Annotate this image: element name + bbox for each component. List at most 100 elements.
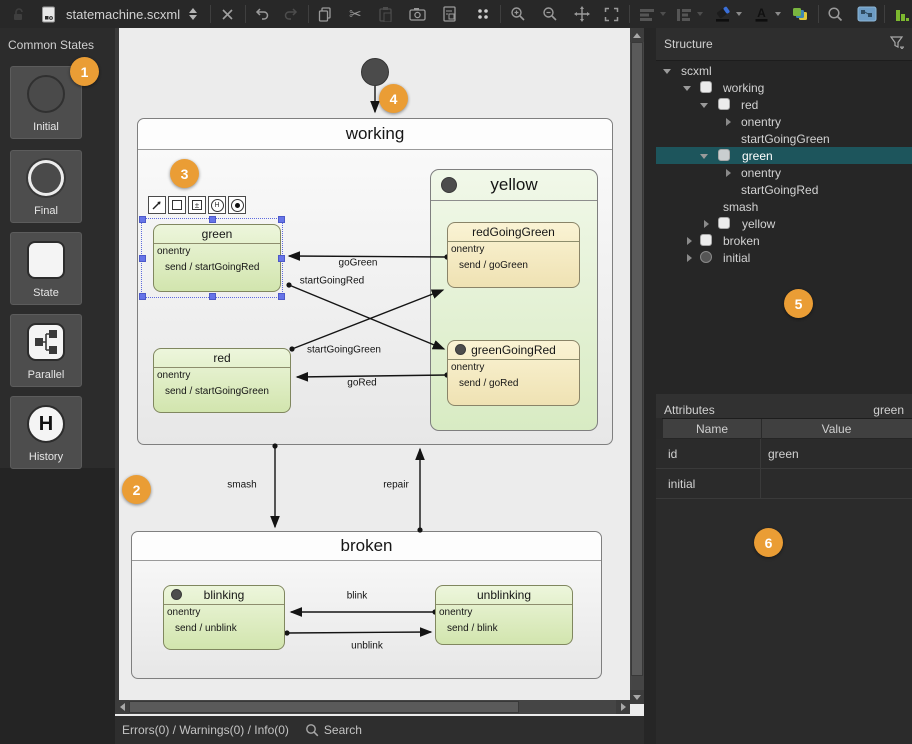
canvas-horizontal-scrollbar[interactable] bbox=[115, 700, 630, 714]
expander-icon[interactable] bbox=[702, 220, 710, 228]
canvas-vertical-scrollbar[interactable] bbox=[630, 28, 644, 704]
lock-icon[interactable] bbox=[8, 2, 28, 26]
transition-label-startGoingRed[interactable]: startGoingRed bbox=[300, 276, 364, 287]
redo-icon[interactable] bbox=[281, 2, 301, 26]
state-blinking-title: blinking bbox=[164, 586, 284, 605]
expander-icon[interactable] bbox=[683, 84, 691, 92]
tree-item-red[interactable]: red bbox=[656, 96, 912, 113]
statistics-icon[interactable] bbox=[892, 2, 912, 26]
document-switcher-spinner[interactable] bbox=[183, 2, 203, 26]
transition-label-blink[interactable]: blink bbox=[347, 591, 368, 602]
palette-item-parallel[interactable]: Parallel bbox=[10, 314, 82, 387]
attribute-row-id[interactable]: id green bbox=[656, 439, 912, 469]
selection-rectangle[interactable] bbox=[141, 218, 283, 298]
transition-label-startGoingGreen[interactable]: startGoingGreen bbox=[307, 345, 381, 356]
state-redGoingGreen-onentry: onentry bbox=[448, 242, 579, 255]
font-color-caret-icon[interactable] bbox=[775, 12, 781, 16]
tree-item-scxml[interactable]: scxml bbox=[656, 62, 912, 79]
font-color-icon[interactable]: A bbox=[752, 2, 772, 26]
paste-icon[interactable] bbox=[375, 2, 395, 26]
messages-summary[interactable]: Errors(0) / Warnings(0) / Info(0) bbox=[122, 723, 289, 737]
state-blinking[interactable]: blinking onentry send / unblink bbox=[163, 585, 285, 650]
undo-icon[interactable] bbox=[253, 2, 273, 26]
tool-transition-icon[interactable] bbox=[148, 196, 166, 214]
selection-handle[interactable] bbox=[209, 293, 216, 300]
pan-icon[interactable] bbox=[572, 2, 592, 26]
expander-icon[interactable] bbox=[724, 118, 732, 126]
search-field[interactable]: Search bbox=[305, 723, 362, 737]
column-name[interactable]: Name bbox=[662, 419, 762, 439]
zoom-out-icon[interactable] bbox=[540, 2, 560, 26]
copy-icon[interactable] bbox=[315, 2, 335, 26]
transition-label-repair[interactable]: repair bbox=[383, 480, 409, 491]
scroll-right-button[interactable] bbox=[616, 700, 630, 714]
expander-icon[interactable] bbox=[700, 101, 708, 109]
distribute-caret-icon[interactable] bbox=[697, 12, 703, 16]
horizontal-scroll-thumb[interactable] bbox=[129, 701, 519, 713]
vertical-scroll-thumb[interactable] bbox=[631, 42, 643, 676]
tree-item-smash[interactable]: smash bbox=[656, 198, 912, 215]
align-caret-icon[interactable] bbox=[660, 12, 666, 16]
tree-item-onentry-green[interactable]: onentry bbox=[656, 164, 912, 181]
transition-label-unblink[interactable]: unblink bbox=[351, 641, 383, 652]
palette-item-history[interactable]: H History bbox=[10, 396, 82, 469]
screenshot-icon[interactable] bbox=[407, 2, 427, 26]
expander-icon[interactable] bbox=[663, 67, 671, 75]
selection-handle[interactable] bbox=[139, 293, 146, 300]
tree-item-onentry-red[interactable]: onentry bbox=[656, 113, 912, 130]
tree-item-initial[interactable]: initial bbox=[656, 249, 912, 266]
diagram-canvas[interactable]: working yellow ± H bbox=[115, 28, 630, 700]
selection-handle[interactable] bbox=[278, 255, 285, 262]
search-icon[interactable] bbox=[825, 2, 845, 26]
transition-label-smash[interactable]: smash bbox=[227, 480, 256, 491]
tool-history-icon[interactable]: H bbox=[208, 196, 226, 214]
selection-handle[interactable] bbox=[278, 216, 285, 223]
fill-color-icon[interactable] bbox=[713, 2, 733, 26]
cut-icon[interactable]: ✂ bbox=[345, 2, 365, 26]
expander-icon[interactable] bbox=[724, 169, 732, 177]
align-states-icon[interactable] bbox=[637, 2, 657, 26]
fill-color-caret-icon[interactable] bbox=[736, 12, 742, 16]
selection-handle[interactable] bbox=[209, 216, 216, 223]
main-toolbar: statemachine.scxml ✂ bbox=[0, 0, 912, 29]
expander-icon[interactable] bbox=[700, 152, 708, 160]
state-icon bbox=[718, 98, 730, 110]
magnet-grid-icon[interactable] bbox=[473, 2, 493, 26]
tool-parallel-icon[interactable]: ± bbox=[188, 196, 206, 214]
selection-handle[interactable] bbox=[139, 255, 146, 262]
column-value[interactable]: Value bbox=[761, 419, 912, 439]
tree-item-startGoingRed[interactable]: startGoingRed bbox=[656, 181, 912, 198]
tree-item-startGoingGreen[interactable]: startGoingGreen bbox=[656, 130, 912, 147]
tool-state-icon[interactable] bbox=[168, 196, 186, 214]
tree-item-yellow[interactable]: yellow bbox=[656, 215, 912, 232]
color-theme-icon[interactable] bbox=[791, 2, 811, 26]
panel-splitter[interactable] bbox=[644, 28, 656, 744]
close-document-icon[interactable] bbox=[218, 2, 238, 26]
tool-final-icon[interactable] bbox=[228, 196, 246, 214]
scroll-down-button[interactable] bbox=[630, 690, 644, 704]
scroll-up-button[interactable] bbox=[630, 28, 644, 42]
palette-item-final[interactable]: Final bbox=[10, 150, 82, 223]
selection-handle[interactable] bbox=[139, 216, 146, 223]
scroll-left-button[interactable] bbox=[115, 700, 129, 714]
state-unblinking[interactable]: unblinking onentry send / blink bbox=[435, 585, 573, 645]
state-red[interactable]: red onentry send / startGoingGreen bbox=[153, 348, 291, 413]
state-greenGoingRed[interactable]: greenGoingRed onentry send / goRed bbox=[447, 340, 580, 406]
distribute-states-icon[interactable] bbox=[674, 2, 694, 26]
attribute-row-initial[interactable]: initial bbox=[656, 469, 912, 499]
transition-label-goGreen[interactable]: goGreen bbox=[339, 258, 378, 269]
tree-item-broken[interactable]: broken bbox=[656, 232, 912, 249]
fit-screen-icon[interactable] bbox=[602, 2, 622, 26]
tree-item-green-selected[interactable]: green bbox=[656, 147, 912, 164]
palette-item-state[interactable]: State bbox=[10, 232, 82, 305]
zoom-in-icon[interactable] bbox=[508, 2, 528, 26]
navigator-icon[interactable] bbox=[857, 2, 877, 26]
transition-label-goRed[interactable]: goRed bbox=[347, 378, 376, 389]
expander-icon[interactable] bbox=[685, 237, 693, 245]
state-redGoingGreen[interactable]: redGoingGreen onentry send / goGreen bbox=[447, 222, 580, 288]
tree-item-working[interactable]: working bbox=[656, 79, 912, 96]
selection-handle[interactable] bbox=[278, 293, 285, 300]
filter-icon[interactable] bbox=[890, 36, 904, 52]
export-image-icon[interactable] bbox=[439, 2, 459, 26]
expander-icon[interactable] bbox=[685, 254, 693, 262]
